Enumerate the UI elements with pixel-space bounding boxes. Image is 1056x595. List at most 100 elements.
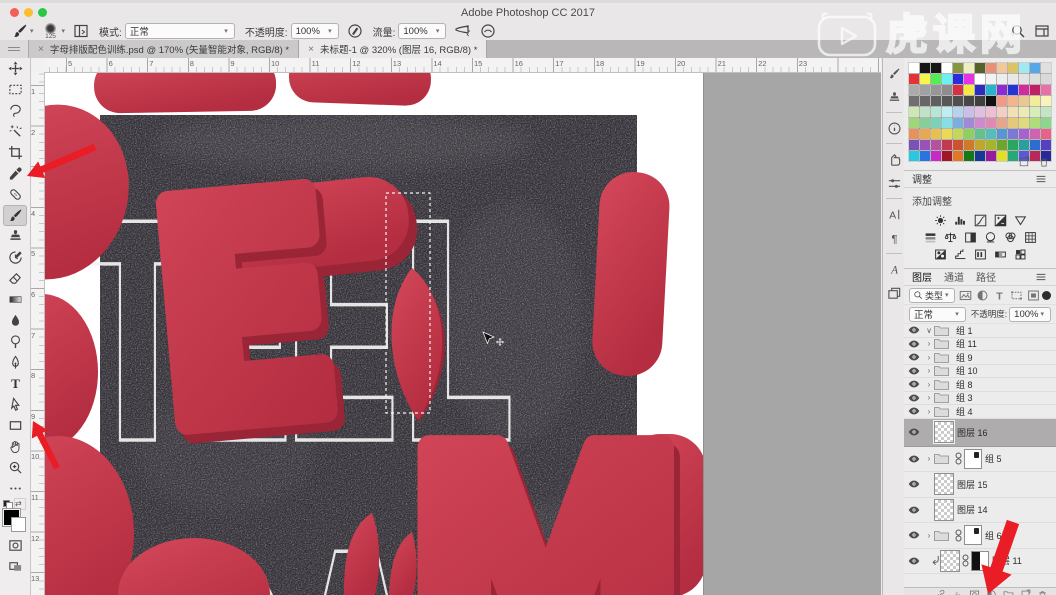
color-swatch[interactable] xyxy=(931,118,941,128)
gradient-map-icon[interactable] xyxy=(994,248,1007,261)
eye-icon[interactable] xyxy=(904,480,924,488)
close-icon[interactable]: × xyxy=(38,44,44,55)
color-swatch[interactable] xyxy=(964,63,974,73)
color-swatch[interactable] xyxy=(986,107,996,117)
layer-name[interactable]: 组 3 xyxy=(956,391,973,404)
brightness-contrast-icon[interactable] xyxy=(934,214,947,227)
channel-mixer-icon[interactable] xyxy=(1004,231,1017,244)
filter-pixel-layers-icon[interactable] xyxy=(959,289,972,302)
new-adjustment-icon[interactable] xyxy=(986,589,997,595)
layer-name[interactable]: 组 11 xyxy=(956,337,977,350)
layer-thumbnail[interactable] xyxy=(934,473,954,496)
expand-caret[interactable]: ∨ xyxy=(924,326,934,335)
layer-row[interactable]: › 组 6 xyxy=(904,523,1056,549)
layer-name[interactable]: 组 6 xyxy=(985,529,1002,542)
crop-tool[interactable] xyxy=(3,142,27,163)
panel-menu-icon[interactable] xyxy=(1034,172,1048,186)
color-swatch[interactable] xyxy=(1019,107,1029,117)
color-swatch[interactable] xyxy=(975,129,985,139)
chevron-down-icon[interactable]: ▾ xyxy=(30,27,34,35)
color-swatch[interactable] xyxy=(909,129,919,139)
history-brush-tool[interactable] xyxy=(3,247,27,268)
color-swatch[interactable] xyxy=(909,63,919,73)
chevron-down-icon[interactable]: ▾ xyxy=(62,27,66,35)
type-tool[interactable]: T xyxy=(3,373,27,394)
color-swatch[interactable] xyxy=(942,129,952,139)
document-tab-1[interactable]: × 字母排版配色训练.psd @ 170% (矢量智能对象, RGB/8) * xyxy=(29,40,300,58)
mask-thumbnail[interactable] xyxy=(964,448,982,469)
layer-row[interactable]: ∨ 组 1 xyxy=(904,324,1056,338)
mask-thumbnail[interactable] xyxy=(971,550,989,571)
color-swatch[interactable] xyxy=(964,118,974,128)
brush-size-preview[interactable]: 125 xyxy=(42,23,60,40)
tab-layers[interactable]: 图层 xyxy=(912,269,932,284)
character-icon[interactable]: A xyxy=(885,205,903,223)
new-layer-icon[interactable] xyxy=(1020,589,1031,595)
color-swatch[interactable] xyxy=(964,96,974,106)
color-swatch[interactable] xyxy=(1041,96,1051,106)
color-swatch[interactable] xyxy=(986,85,996,95)
info-icon[interactable] xyxy=(885,119,903,137)
hand-tool[interactable] xyxy=(3,436,27,457)
filter-toggle[interactable] xyxy=(1042,290,1051,300)
blend-mode-select[interactable]: 正常 ▾ xyxy=(124,23,235,39)
color-swatch[interactable] xyxy=(920,118,930,128)
lasso-tool[interactable] xyxy=(3,100,27,121)
color-balance-icon[interactable] xyxy=(944,231,957,244)
color-swatch[interactable] xyxy=(975,107,985,117)
delete-layer-icon[interactable] xyxy=(1037,589,1048,595)
color-swatch[interactable] xyxy=(1008,96,1018,106)
color-swatch[interactable] xyxy=(964,85,974,95)
opacity-select[interactable]: 100% ▾ xyxy=(290,23,339,39)
color-swatch[interactable] xyxy=(909,151,919,161)
color-swatch[interactable] xyxy=(975,74,985,84)
layer-comps-icon[interactable] xyxy=(885,284,903,302)
layer-thumbnail[interactable] xyxy=(933,420,955,444)
filter-smart-objects-icon[interactable] xyxy=(1027,289,1040,302)
color-swatch[interactable] xyxy=(953,74,963,84)
color-swatch[interactable] xyxy=(964,151,974,161)
color-wells[interactable]: ⇄ xyxy=(2,499,28,535)
move-tool[interactable] xyxy=(3,58,27,79)
color-swatch[interactable] xyxy=(942,151,952,161)
layer-row[interactable]: 图层 11 xyxy=(904,549,1056,574)
brush-preset-icon[interactable] xyxy=(12,23,28,39)
color-swatch[interactable] xyxy=(1019,63,1029,73)
color-swatch[interactable] xyxy=(1030,118,1040,128)
color-swatch[interactable] xyxy=(986,151,996,161)
mask-thumbnail[interactable] xyxy=(964,525,982,546)
color-swatch[interactable] xyxy=(1019,140,1029,150)
color-swatch[interactable] xyxy=(1008,140,1018,150)
eye-icon[interactable] xyxy=(904,380,924,388)
color-swatch[interactable] xyxy=(997,107,1007,117)
color-swatch[interactable] xyxy=(931,96,941,106)
layer-name[interactable]: 图层 11 xyxy=(992,554,1022,567)
gradient-tool[interactable] xyxy=(3,289,27,310)
color-swatch[interactable] xyxy=(953,118,963,128)
color-swatch[interactable] xyxy=(931,140,941,150)
spot-healing-tool[interactable] xyxy=(3,184,27,205)
color-swatch[interactable] xyxy=(909,85,919,95)
layer-opacity-select[interactable]: 100% ▾ xyxy=(1009,306,1051,322)
color-swatch[interactable] xyxy=(1030,96,1040,106)
eye-icon[interactable] xyxy=(904,367,924,375)
magic-wand-tool[interactable] xyxy=(3,121,27,142)
color-swatch[interactable] xyxy=(942,140,952,150)
workspace-icon[interactable] xyxy=(1034,23,1050,39)
color-swatch[interactable] xyxy=(1019,129,1029,139)
panel-menu-icon[interactable] xyxy=(1034,270,1048,284)
color-swatch[interactable] xyxy=(1041,140,1051,150)
color-swatch[interactable] xyxy=(997,151,1007,161)
layer-name[interactable]: 图层 16 xyxy=(957,426,988,439)
layer-thumbnail[interactable] xyxy=(934,498,954,521)
tab-list-icon[interactable] xyxy=(0,40,29,58)
hue-saturation-icon[interactable] xyxy=(924,231,937,244)
add-mask-icon[interactable] xyxy=(969,589,980,595)
color-swatch[interactable] xyxy=(920,107,930,117)
eraser-tool[interactable] xyxy=(3,268,27,289)
toggle-brush-panel-icon[interactable] xyxy=(73,23,89,39)
layer-row[interactable]: 图层 15 xyxy=(904,472,1056,498)
color-swatch[interactable] xyxy=(1019,96,1029,106)
expand-caret[interactable]: › xyxy=(924,531,934,540)
layer-name[interactable]: 组 8 xyxy=(956,378,973,391)
